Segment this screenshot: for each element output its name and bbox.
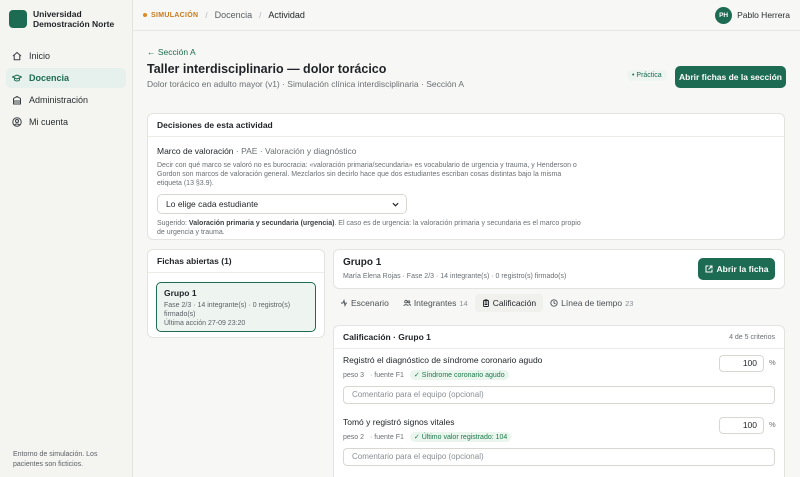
page-subtitle: Dolor torácico en adulto mayor (v1) · Si…	[147, 79, 464, 89]
criterion-score-unit: %	[769, 358, 776, 367]
sidebar-item-inicio[interactable]: Inicio	[6, 46, 126, 66]
criterion-score-unit: %	[769, 420, 776, 429]
group-meta: María Elena Rojas · Fase 2/3 · 14 integr…	[343, 273, 567, 280]
users-icon	[403, 299, 411, 307]
assessment-framework-select-value: Lo elige cada estudiante	[166, 199, 259, 209]
sidebar-item-label: Docencia	[29, 73, 70, 83]
criterion-weight: peso 2	[343, 433, 365, 441]
criterion-score-input[interactable]: 100	[719, 417, 764, 434]
criterion-title: Tomó y registró signos vitales	[343, 417, 455, 427]
breadcrumb-actividad: Actividad	[268, 10, 305, 20]
open-sheet-name: Grupo 1	[164, 288, 197, 298]
breadcrumb-separator: /	[205, 10, 208, 20]
criterion-title: Registró el diagnóstico de síndrome coro…	[343, 355, 543, 365]
sidebar-item-docencia[interactable]: Docencia	[6, 68, 126, 88]
open-sheets-heading: Fichas abiertas (1)	[148, 250, 324, 273]
sidebar-item-mi-cuenta[interactable]: Mi cuenta	[6, 112, 126, 132]
criterion-evidence-badge: ✓ Último valor registrado: 104	[409, 432, 512, 442]
criterion-meta: peso 2 · fuente F1 ✓ Último valor regist…	[343, 432, 512, 442]
simulation-badge: SIMULACIÓN	[151, 11, 199, 19]
tab-calificacion[interactable]: Calificación	[474, 294, 544, 312]
tab-escenario[interactable]: Escenario	[333, 294, 396, 312]
open-sheets-card: Fichas abiertas (1) Grupo 1 Fase 2/3 · 1…	[147, 249, 325, 338]
topbar: SIMULACIÓN / Docencia / Actividad PH Pab…	[133, 0, 800, 31]
tab-label: Escenario	[351, 298, 389, 308]
criterion-row: Tomó y registró signos vitales peso 2 · …	[334, 411, 784, 473]
clipboard-icon	[482, 299, 489, 307]
criterion-comment-input[interactable]: Comentario para el equipo (opcional)	[343, 448, 775, 466]
brand-name-line2: Demostración Norte	[33, 19, 115, 29]
group-tabs: Escenario Integrantes 14 Calificación Lí…	[333, 294, 785, 312]
avatar: PH	[715, 6, 733, 24]
assessment-framework-description: Decir con qué marco se valoró no es buro…	[157, 162, 577, 187]
criterion-meta: peso 3 · fuente F1 ✓ Síndrome coronario …	[343, 370, 509, 380]
open-section-sheets-button[interactable]: Abrir fichas de la sección	[675, 66, 786, 88]
external-link-icon	[705, 265, 713, 273]
sidebar-item-label: Mi cuenta	[29, 117, 69, 127]
tab-count: 14	[459, 298, 468, 308]
open-sheet-last-action: Última acción 27-09 23:20	[164, 320, 246, 327]
clock-icon	[550, 299, 558, 307]
grading-card: Calificación · Grupo 1 4 de 5 criterios …	[333, 325, 785, 477]
brand-name: Universidad Demostración Norte	[33, 9, 114, 29]
open-sheet-button-label: Abrir la ficha	[716, 264, 769, 274]
grading-heading: Calificación · Grupo 1 4 de 5 criterios	[334, 326, 784, 349]
sidebar-item-administracion[interactable]: Administración	[6, 90, 126, 110]
building-icon	[13, 95, 21, 105]
suggestion-prefix: Sugerido:	[157, 220, 189, 227]
sidebar-nav: Inicio Docencia Administración Mi cuenta	[0, 46, 132, 132]
tab-count: 23	[625, 298, 634, 308]
grading-title: Calificación · Grupo 1	[343, 332, 431, 342]
assessment-framework-label-context: · PAE · Valoración y diagnóstico	[233, 146, 357, 156]
criterion-comment-input[interactable]: Comentario para el equipo (opcional)	[343, 386, 775, 404]
assessment-framework-suggestion: Sugerido: Valoración primaria y secundar…	[157, 219, 587, 237]
tab-linea-de-tiempo[interactable]: Línea de tiempo 23	[543, 294, 640, 312]
user-name: Pablo Herrera	[737, 10, 790, 20]
assessment-framework-select[interactable]: Lo elige cada estudiante	[157, 194, 407, 214]
sidebar-item-label: Inicio	[29, 51, 51, 61]
decisions-card: Decisiones de esta actividad Marco de va…	[147, 113, 785, 240]
simulation-dot-icon	[143, 13, 147, 17]
open-sheet-meta: Fase 2/3 · 14 integrante(s) · 0 registro…	[164, 301, 308, 328]
open-sheet-summary: Fase 2/3 · 14 integrante(s) · 0 registro…	[164, 302, 291, 318]
mode-badge: • Práctica	[627, 70, 667, 81]
open-sheet-item[interactable]: Grupo 1 Fase 2/3 · 14 integrante(s) · 0 …	[156, 282, 316, 332]
open-sheet-button[interactable]: Abrir la ficha	[698, 258, 775, 280]
criterion-score-input[interactable]: 100	[719, 355, 764, 372]
assessment-framework-label-main: Marco de valoración	[157, 146, 234, 156]
tab-integrantes[interactable]: Integrantes 14	[396, 294, 475, 312]
sidebar-item-label: Administración	[29, 95, 89, 105]
criterion-evidence-badge: ✓ Síndrome coronario agudo	[409, 370, 509, 380]
criterion-weight: peso 3	[343, 371, 365, 379]
user-menu[interactable]: PH Pablo Herrera	[715, 6, 790, 24]
breadcrumb-separator: /	[259, 10, 262, 20]
graduation-cap-icon	[12, 74, 22, 82]
brand-name-line1: Universidad	[33, 9, 82, 19]
chevron-down-icon	[392, 202, 399, 207]
scenario-icon	[341, 299, 347, 307]
main-content: ← Sección A Taller interdisciplinario — …	[133, 31, 800, 477]
suggestion-value: Valoración primaria y secundaria (urgenc…	[188, 220, 335, 227]
sidebar: Universidad Demostración Norte Inicio Do…	[0, 0, 133, 477]
page-title: Taller interdisciplinario — dolor toráci…	[147, 62, 387, 76]
criterion-row: Registró el diagnóstico de síndrome coro…	[334, 349, 784, 411]
tab-label: Calificación	[492, 298, 537, 308]
criterion-source: · fuente F1	[370, 371, 404, 379]
tab-label: Línea de tiempo	[561, 298, 623, 308]
assessment-framework-label: Marco de valoración · PAE · Valoración y…	[157, 146, 775, 156]
decisions-heading: Decisiones de esta actividad	[148, 114, 784, 137]
brand-logo	[9, 10, 27, 28]
breadcrumb-docencia[interactable]: Docencia	[215, 10, 253, 20]
criteria-count: 4 de 5 criterios	[729, 333, 775, 341]
group-title: Grupo 1	[343, 257, 382, 268]
sidebar-footer-note: Entorno de simulación. Los pacientes son…	[13, 451, 98, 468]
tab-label: Integrantes	[413, 298, 457, 308]
home-icon	[12, 51, 22, 61]
user-circle-icon	[12, 117, 22, 127]
back-to-section-link[interactable]: ← Sección A	[147, 47, 196, 57]
criterion-source: · fuente F1	[370, 433, 404, 441]
brand[interactable]: Universidad Demostración Norte	[0, 0, 132, 38]
group-header-card: Grupo 1 María Elena Rojas · Fase 2/3 · 1…	[333, 249, 785, 289]
